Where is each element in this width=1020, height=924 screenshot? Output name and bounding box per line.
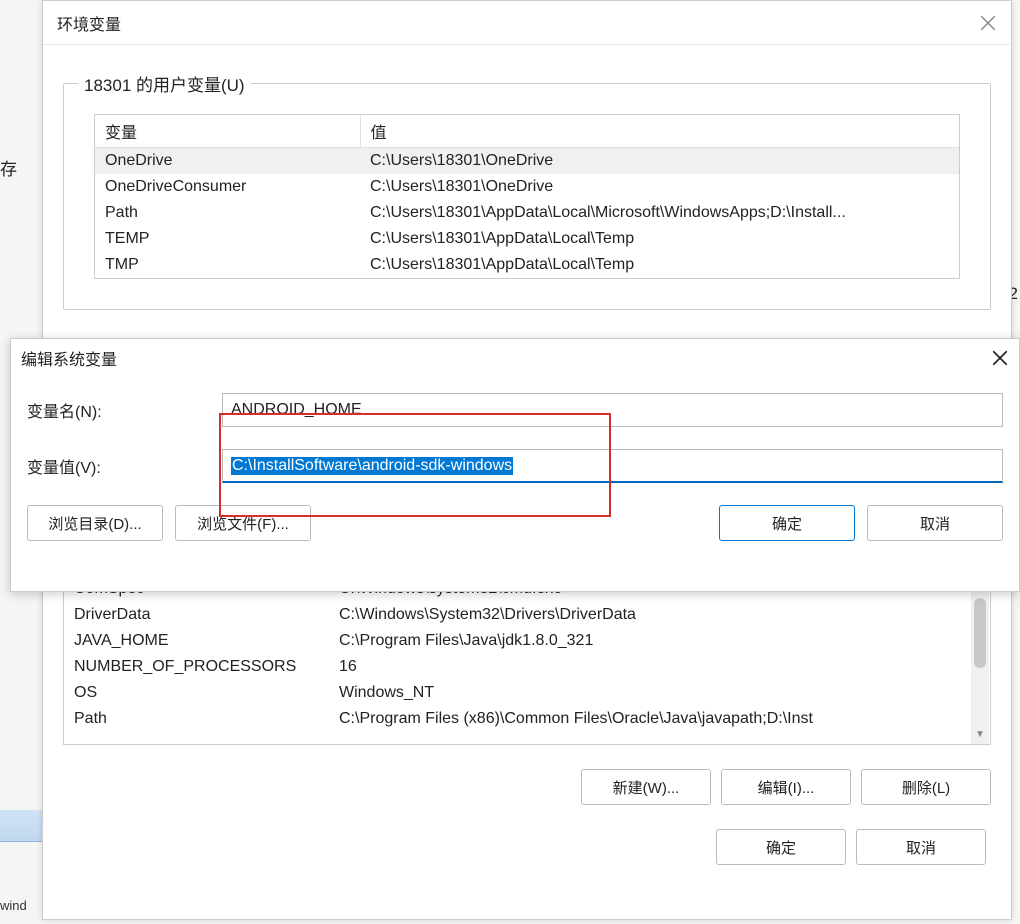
- scroll-down-icon[interactable]: ▼: [971, 724, 989, 744]
- var-name-label: 变量名(N):: [27, 398, 222, 422]
- cell-var: Path: [64, 706, 329, 732]
- user-vars-group: 18301 的用户变量(U) 变量 值 OneDriveC:\Users\183…: [63, 83, 991, 310]
- bg-save-label: 存: [0, 155, 17, 180]
- env-vars-titlebar: 环境变量: [43, 1, 1011, 45]
- cancel-button[interactable]: 取消: [867, 505, 1003, 541]
- cell-var: OS: [64, 680, 329, 706]
- var-value-label: 变量值(V):: [27, 454, 222, 478]
- cell-val: C:\Program Files (x86)\Common Files\Orac…: [329, 706, 990, 732]
- table-row[interactable]: NUMBER_OF_PROCESSORS16: [64, 654, 990, 680]
- table-row[interactable]: OneDriveConsumerC:\Users\18301\OneDrive: [95, 174, 959, 200]
- table-row[interactable]: TMPC:\Users\18301\AppData\Local\Temp: [95, 252, 959, 278]
- cell-val: C:\Program Files\Java\jdk1.8.0_321: [329, 628, 990, 654]
- edit-button[interactable]: 编辑(I)...: [721, 769, 851, 805]
- ok-button[interactable]: 确定: [716, 829, 846, 865]
- cancel-button[interactable]: 取消: [856, 829, 986, 865]
- cell-var: DriverData: [64, 602, 329, 628]
- var-name-input[interactable]: [222, 393, 1003, 427]
- new-button[interactable]: 新建(W)...: [581, 769, 711, 805]
- close-icon[interactable]: [991, 349, 1009, 367]
- var-value-selected-text: C:\InstallSoftware\android-sdk-windows: [231, 457, 513, 475]
- table-row[interactable]: OneDriveC:\Users\18301\OneDrive: [95, 148, 959, 175]
- delete-button[interactable]: 删除(L): [861, 769, 991, 805]
- user-table-header-val[interactable]: 值: [360, 115, 959, 148]
- bg-sidebar-highlight: [0, 810, 45, 842]
- var-value-row: 变量值(V): C:\InstallSoftware\android-sdk-w…: [27, 449, 1003, 483]
- cell-var: NUMBER_OF_PROCESSORS: [64, 654, 329, 680]
- bg-sidebar-text: wind: [0, 898, 27, 913]
- table-row[interactable]: DriverDataC:\Windows\System32\Drivers\Dr…: [64, 602, 990, 628]
- env-vars-title: 环境变量: [57, 11, 121, 35]
- ok-button[interactable]: 确定: [719, 505, 855, 541]
- browse-dir-button[interactable]: 浏览目录(D)...: [27, 505, 163, 541]
- cell-var: JAVA_HOME: [64, 628, 329, 654]
- env-vars-footer-buttons: 确定 取消: [63, 829, 991, 865]
- cell-val: C:\Users\18301\AppData\Local\Temp: [360, 252, 959, 278]
- user-vars-table[interactable]: 变量 值 OneDriveC:\Users\18301\OneDriveOneD…: [94, 114, 960, 279]
- cell-val: C:\Windows\System32\Drivers\DriverData: [329, 602, 990, 628]
- cell-var: TEMP: [95, 226, 360, 252]
- cell-var: OneDriveConsumer: [95, 174, 360, 200]
- user-table-header-var[interactable]: 变量: [95, 115, 360, 148]
- edit-var-dialog: 编辑系统变量 变量名(N): 变量值(V): C:\InstallSoftwar…: [10, 338, 1020, 592]
- cell-var: OneDrive: [95, 148, 360, 175]
- edit-var-titlebar: 编辑系统变量: [11, 339, 1019, 377]
- table-row[interactable]: PathC:\Program Files (x86)\Common Files\…: [64, 706, 990, 732]
- cell-val: C:\Users\18301\OneDrive: [360, 148, 959, 175]
- scrollbar[interactable]: ▲ ▼: [971, 576, 989, 744]
- cell-var: Path: [95, 200, 360, 226]
- edit-var-title: 编辑系统变量: [21, 346, 117, 370]
- cell-val: 16: [329, 654, 990, 680]
- var-name-row: 变量名(N):: [27, 393, 1003, 427]
- var-value-input[interactable]: C:\InstallSoftware\android-sdk-windows: [222, 449, 1003, 483]
- cell-val: Windows_NT: [329, 680, 990, 706]
- browse-file-button[interactable]: 浏览文件(F)...: [175, 505, 311, 541]
- cell-var: TMP: [95, 252, 360, 278]
- table-row[interactable]: TEMPC:\Users\18301\AppData\Local\Temp: [95, 226, 959, 252]
- system-vars-buttons: 新建(W)... 编辑(I)... 删除(L): [63, 769, 991, 805]
- scroll-thumb[interactable]: [974, 598, 986, 668]
- close-icon[interactable]: [979, 14, 997, 32]
- table-row[interactable]: OSWindows_NT: [64, 680, 990, 706]
- table-row[interactable]: JAVA_HOMEC:\Program Files\Java\jdk1.8.0_…: [64, 628, 990, 654]
- table-row[interactable]: PathC:\Users\18301\AppData\Local\Microso…: [95, 200, 959, 226]
- system-vars-table[interactable]: ComSpecC:\Windows\system32\cmd.exeDriver…: [63, 575, 991, 745]
- cell-val: C:\Users\18301\OneDrive: [360, 174, 959, 200]
- cell-val: C:\Users\18301\AppData\Local\Microsoft\W…: [360, 200, 959, 226]
- cell-val: C:\Users\18301\AppData\Local\Temp: [360, 226, 959, 252]
- user-vars-group-label: 18301 的用户变量(U): [78, 71, 251, 96]
